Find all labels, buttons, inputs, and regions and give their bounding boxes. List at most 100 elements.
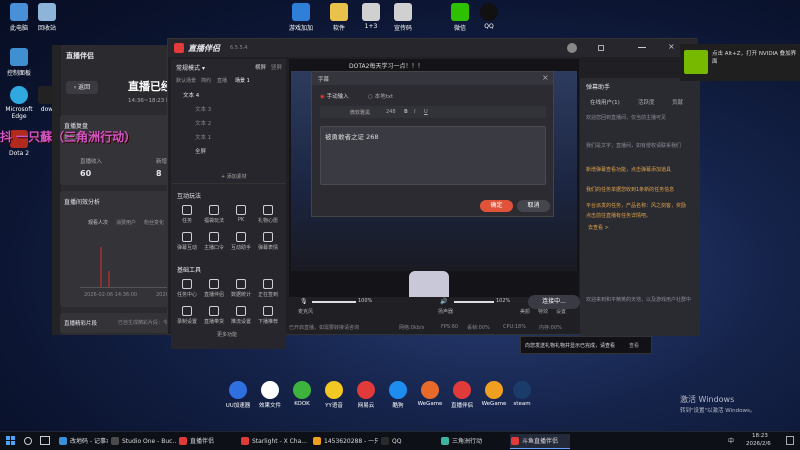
dock-item[interactable]: KOOK	[288, 381, 316, 407]
gift-notification[interactable]: 向您发送礼物礼物并显示已完成，请查看 查看	[520, 336, 652, 354]
start-windows-icon[interactable]	[6, 436, 15, 445]
go-view-link[interactable]: 去查看 >	[588, 224, 609, 231]
chart-tab-users[interactable]: 消费用户	[116, 219, 136, 226]
manual-input-radio[interactable]: ◉ 手动输入	[320, 92, 349, 100]
desktop-icon-recycle-bin[interactable]: 回收站	[30, 3, 64, 32]
dock-item[interactable]: 效果文件	[256, 381, 284, 409]
bold-icon[interactable]: B	[404, 109, 408, 115]
taskbar-app[interactable]: 三角洲行动	[440, 434, 508, 449]
tool-task[interactable]: 任务	[176, 205, 198, 224]
settings-gear-icon[interactable]	[598, 45, 604, 51]
dock-item[interactable]: steam	[508, 381, 536, 407]
source-item[interactable]: 文本 3	[195, 105, 211, 113]
subtitle-text: 被勇敢者之证 268	[325, 133, 379, 141]
desktop-icon-control-panel[interactable]: 控制面板	[2, 48, 36, 77]
tool-gift-wish[interactable]: 礼物心愿	[257, 205, 279, 224]
scene-tab-simple[interactable]: 简约	[201, 77, 211, 84]
avatar[interactable]	[567, 43, 577, 53]
dialog-close-icon[interactable]: ×	[542, 73, 549, 82]
tool-pk[interactable]: PK	[230, 205, 252, 223]
underline-icon[interactable]: U	[424, 109, 428, 115]
tool-stats[interactable]: 数据统计	[230, 279, 252, 298]
tool-stream-settings[interactable]: 推流设置	[230, 306, 252, 325]
notification-action[interactable]: 查看	[629, 342, 639, 349]
speaker-icon[interactable]: 🔊	[440, 298, 447, 305]
tool-danmaku[interactable]: 弹幕互动	[176, 232, 198, 251]
mic-icon[interactable]: 🎙	[300, 298, 308, 305]
highlights-note: 已自生成精彩片段：今天	[118, 320, 174, 326]
confirm-button[interactable]: 确定	[480, 200, 513, 212]
desktop-icon-file2[interactable]: 宣传码	[386, 3, 420, 32]
source-item[interactable]: 文本 4	[183, 91, 199, 99]
tool-companion[interactable]: 直播伴侣	[203, 279, 225, 298]
size-select[interactable]: 248	[386, 109, 396, 115]
nvidia-toast[interactable]: 点击 Alt+Z，打开 NVIDIA 叠加界面	[680, 44, 800, 81]
chat-tab-contribution[interactable]: 贡献	[672, 98, 683, 106]
clock-date[interactable]: 2026/2/6	[746, 441, 771, 447]
close-icon[interactable]: ×	[668, 43, 676, 51]
beauty-button[interactable]: 美颜	[520, 308, 530, 315]
mic-volume-slider[interactable]	[312, 301, 356, 303]
chat-tab-active[interactable]: 活跃度	[638, 98, 655, 106]
source-item[interactable]: 全屏	[195, 147, 206, 155]
scene-tab-1[interactable]: 场景 1	[235, 77, 250, 84]
dock-item[interactable]: 直播伴侣	[448, 381, 476, 409]
settings-button[interactable]: 设置	[556, 308, 566, 315]
effects-button[interactable]: 特效	[538, 308, 548, 315]
dock-item[interactable]: WeGame	[480, 381, 508, 407]
scene-tab-live[interactable]: 直播	[217, 77, 227, 84]
chat-tab-online[interactable]: 在线用户(1)	[590, 98, 620, 106]
cancel-button[interactable]: 取消	[517, 200, 550, 212]
desktop-icon-file1[interactable]: 1+3	[354, 3, 388, 30]
tool-checkin[interactable]: 正在签到	[257, 279, 279, 298]
back-button[interactable]: ‹ 返回	[66, 81, 98, 94]
taskbar-app[interactable]: 斗鱼直播伴侣	[510, 434, 570, 449]
task-view-icon[interactable]	[40, 436, 50, 445]
dock-item[interactable]: UU加速器	[224, 381, 252, 409]
portrait-toggle[interactable]: 竖屏	[271, 63, 282, 71]
local-txt-radio[interactable]: ○ 本地txt	[368, 92, 393, 100]
start-live-button[interactable]: 连接中...	[528, 295, 580, 309]
input-language[interactable]: 中	[728, 436, 734, 445]
tool-assistant[interactable]: 互动助手	[230, 232, 252, 251]
subtitle-textarea[interactable]: 被勇敢者之证 268	[320, 126, 546, 185]
more-tools-link[interactable]: 更多功能	[217, 331, 237, 338]
tool-shop[interactable]: 直播带货	[203, 306, 225, 325]
source-item[interactable]: 文本 1	[195, 133, 211, 141]
tool-task-center[interactable]: 任务中心	[176, 279, 198, 298]
taskbar-app[interactable]: 1453620288 - 一只蘇	[312, 434, 378, 449]
chart-tab-fans[interactable]: 粉丝变化	[144, 219, 164, 226]
notifications-icon[interactable]	[786, 436, 794, 445]
dock-item[interactable]: 酷狗	[384, 381, 412, 409]
taskbar-app[interactable]: 改地码 - 记事本	[58, 434, 108, 449]
minimize-icon[interactable]	[638, 47, 646, 48]
tool-emoji[interactable]: 弹幕表情	[257, 232, 279, 251]
desktop-icon-game-plus[interactable]: 游戏加加	[284, 3, 318, 32]
status-mem: 内存:00%	[539, 325, 562, 331]
dock-item[interactable]: WeGame	[416, 381, 444, 407]
search-icon[interactable]	[24, 437, 32, 445]
source-item[interactable]: 文本 2	[195, 119, 211, 127]
font-select[interactable]: 微软雅黑	[350, 109, 370, 116]
taskbar-app[interactable]: Starlight - X Cha...	[240, 434, 310, 449]
tool-recommend[interactable]: 下播推荐	[257, 306, 279, 325]
speaker-volume-slider[interactable]	[454, 301, 494, 303]
desktop-icon-qq[interactable]: QQ	[472, 3, 506, 30]
italic-icon[interactable]: I	[414, 109, 415, 115]
taskbar-app[interactable]: Studio One - Buc...	[110, 434, 176, 449]
tool-command[interactable]: 主播口令	[203, 232, 225, 251]
chart-tab-views[interactable]: 观看人次	[88, 219, 108, 226]
scene-tab-default[interactable]: 默认场景	[176, 77, 196, 84]
desktop-icon-software[interactable]: 软件	[322, 3, 356, 32]
landscape-toggle[interactable]: 横屏	[255, 63, 266, 71]
taskbar-app[interactable]: 直播伴侣	[178, 434, 238, 449]
tool-record[interactable]: 录制设置	[176, 306, 198, 325]
dock-item[interactable]: YY语音	[320, 381, 348, 409]
tool-lucky-bag[interactable]: 福袋玩法	[203, 205, 225, 224]
app-icon	[293, 381, 311, 399]
dock-item[interactable]: 网易云	[352, 381, 380, 409]
clock-time[interactable]: 18:23	[752, 433, 768, 439]
add-material-button[interactable]: + 添加素材	[221, 173, 247, 180]
taskbar-app[interactable]: QQ	[380, 434, 438, 449]
mode-selector[interactable]: 常规模式 ▾	[176, 63, 205, 72]
